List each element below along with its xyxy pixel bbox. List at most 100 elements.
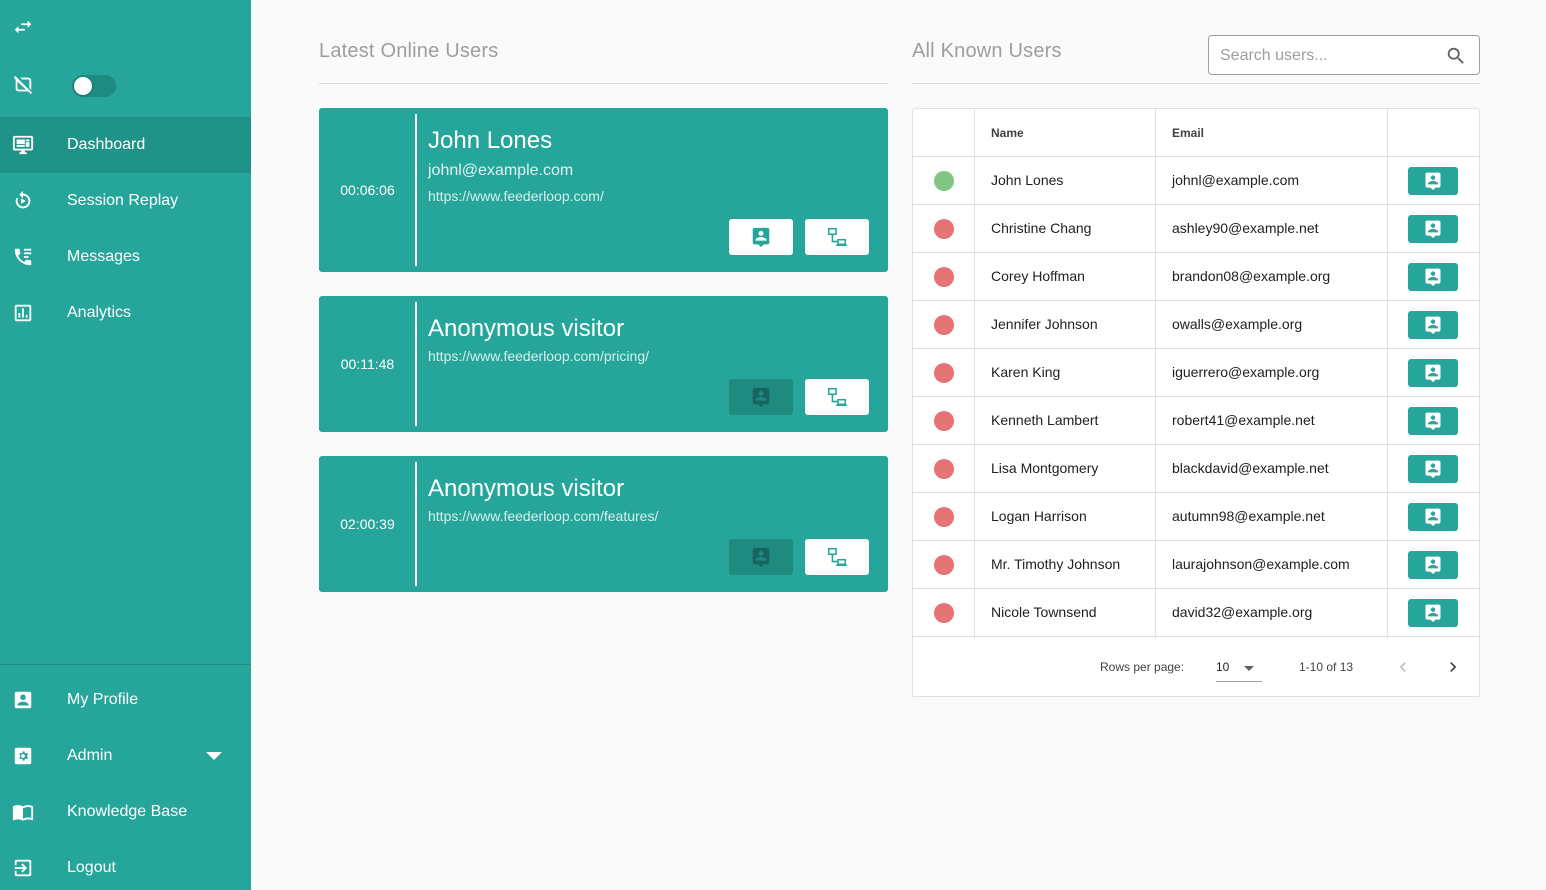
nav-my-profile[interactable]: My Profile bbox=[0, 672, 251, 728]
status-indicator bbox=[934, 171, 954, 191]
chat-button-disabled bbox=[729, 539, 793, 575]
chat-user-button[interactable] bbox=[1408, 455, 1458, 483]
status-indicator bbox=[934, 459, 954, 479]
swap-arrows-icon[interactable] bbox=[12, 16, 34, 38]
cobrowse-button[interactable] bbox=[805, 379, 869, 415]
search-icon[interactable] bbox=[1445, 45, 1467, 67]
chat-person-icon bbox=[1425, 316, 1441, 335]
chevron-down-icon[interactable] bbox=[206, 752, 222, 760]
status-indicator bbox=[934, 219, 954, 239]
chat-user-button[interactable] bbox=[1408, 551, 1458, 579]
cobrowse-button[interactable] bbox=[805, 219, 869, 255]
nav-logout[interactable]: Logout bbox=[0, 840, 251, 890]
logout-icon bbox=[12, 857, 34, 879]
chat-user-button[interactable] bbox=[1408, 215, 1458, 243]
status-indicator bbox=[934, 315, 954, 335]
nav-session-replay-label: Session Replay bbox=[67, 192, 179, 209]
search-input[interactable] bbox=[1220, 45, 1440, 67]
table-row: Lisa Montgomery blackdavid@example.net bbox=[913, 445, 1479, 493]
visitor-url: https://www.feederloop.com/pricing/ bbox=[428, 348, 649, 364]
user-name-cell: Lisa Montgomery bbox=[991, 460, 1099, 476]
user-email-cell: blackdavid@example.net bbox=[1172, 460, 1329, 476]
prev-page-button[interactable] bbox=[1391, 655, 1415, 679]
analytics-chart-icon bbox=[12, 302, 34, 324]
nav-dashboard[interactable]: Dashboard bbox=[0, 117, 251, 173]
chat-person-icon bbox=[1425, 268, 1441, 287]
user-name-cell: Mr. Timothy Johnson bbox=[991, 556, 1121, 572]
chat-person-icon bbox=[752, 547, 770, 568]
chat-user-button[interactable] bbox=[1408, 311, 1458, 339]
card-divider bbox=[415, 302, 417, 426]
chat-user-button[interactable] bbox=[1408, 263, 1458, 291]
pagination-range: 1-10 of 13 bbox=[1299, 660, 1354, 674]
table-row: Kenneth Lambert robert41@example.net bbox=[913, 397, 1479, 445]
search-box bbox=[1208, 35, 1480, 75]
user-email-cell: brandon08@example.org bbox=[1172, 268, 1331, 284]
account-box-icon bbox=[12, 689, 34, 711]
chat-person-icon bbox=[1425, 508, 1441, 527]
chat-user-button[interactable] bbox=[1408, 359, 1458, 387]
status-indicator bbox=[934, 363, 954, 383]
next-page-button[interactable] bbox=[1441, 655, 1465, 679]
status-indicator bbox=[934, 411, 954, 431]
rows-per-page-value: 10 bbox=[1216, 660, 1230, 674]
visitor-email: johnl@example.com bbox=[428, 162, 574, 179]
rows-per-page-label: Rows per page: bbox=[1100, 660, 1185, 674]
online-users-title: Latest Online Users bbox=[319, 40, 499, 62]
user-name-cell: Kenneth Lambert bbox=[991, 412, 1099, 428]
dropdown-caret-icon bbox=[1244, 666, 1254, 671]
known-users-title: All Known Users bbox=[912, 40, 1062, 62]
chat-button-disabled bbox=[729, 379, 793, 415]
table-row: Logan Harrison autumn98@example.net bbox=[913, 493, 1479, 541]
nav-admin[interactable]: Admin bbox=[0, 728, 251, 784]
chat-person-icon bbox=[1425, 220, 1441, 239]
nav-logout-label: Logout bbox=[67, 859, 116, 876]
user-name-cell: Karen King bbox=[991, 364, 1061, 380]
user-name-cell: Logan Harrison bbox=[991, 508, 1087, 524]
sidebar: Dashboard Session Replay Messages Analyt… bbox=[0, 0, 251, 890]
cobrowse-button[interactable] bbox=[805, 539, 869, 575]
chevron-left-icon bbox=[1399, 662, 1406, 672]
table-row: Nicole Townsend david32@example.org bbox=[913, 589, 1479, 637]
card-divider bbox=[415, 114, 417, 266]
table-row: Mr. Timothy Johnson laurajohnson@example.… bbox=[913, 541, 1479, 589]
nav-analytics-label: Analytics bbox=[67, 304, 132, 321]
nav-analytics[interactable]: Analytics bbox=[0, 285, 251, 341]
column-header-email[interactable]: Email bbox=[1172, 126, 1204, 140]
chat-person-icon bbox=[752, 387, 770, 408]
online-user-card: 00:06:06 John Lones johnl@example.com ht… bbox=[319, 108, 888, 272]
admin-settings-icon bbox=[12, 745, 34, 767]
user-email-cell: ashley90@example.net bbox=[1172, 220, 1319, 236]
nav-session-replay[interactable]: Session Replay bbox=[0, 173, 251, 229]
user-email-cell: autumn98@example.net bbox=[1172, 508, 1325, 524]
nav-knowledge-base[interactable]: Knowledge Base bbox=[0, 784, 251, 840]
visitor-name: John Lones bbox=[428, 127, 553, 154]
nav-my-profile-label: My Profile bbox=[67, 691, 139, 708]
visitor-name: Anonymous visitor bbox=[428, 475, 625, 502]
tracking-toggle[interactable] bbox=[72, 75, 116, 97]
table-pagination: Rows per page: 10 1-10 of 13 bbox=[913, 638, 1479, 696]
status-indicator bbox=[934, 267, 954, 287]
chat-user-button[interactable] bbox=[1408, 167, 1458, 195]
visitor-name: Anonymous visitor bbox=[428, 315, 625, 342]
phone-messages-icon bbox=[12, 246, 34, 268]
user-email-cell: robert41@example.net bbox=[1172, 412, 1315, 428]
chat-user-button[interactable] bbox=[1408, 599, 1458, 627]
column-header-name[interactable]: Name bbox=[991, 126, 1024, 140]
visitor-url: https://www.feederloop.com/features/ bbox=[428, 508, 659, 524]
chat-person-icon bbox=[1425, 460, 1441, 479]
session-duration: 02:00:39 bbox=[340, 516, 395, 532]
chat-user-button[interactable] bbox=[1408, 407, 1458, 435]
chat-user-button[interactable] bbox=[1408, 503, 1458, 531]
session-duration: 00:11:48 bbox=[340, 356, 395, 372]
chat-button[interactable] bbox=[729, 219, 793, 255]
table-header-row: Name Email bbox=[913, 109, 1479, 157]
rows-per-page-select[interactable]: 10 bbox=[1216, 652, 1262, 682]
book-open-icon bbox=[12, 801, 34, 823]
table-row: Corey Hoffman brandon08@example.org bbox=[913, 253, 1479, 301]
replay-icon bbox=[12, 190, 34, 212]
card-divider bbox=[415, 462, 417, 586]
chat-person-icon bbox=[1425, 412, 1441, 431]
nav-messages[interactable]: Messages bbox=[0, 229, 251, 285]
nav-admin-label: Admin bbox=[67, 747, 113, 764]
